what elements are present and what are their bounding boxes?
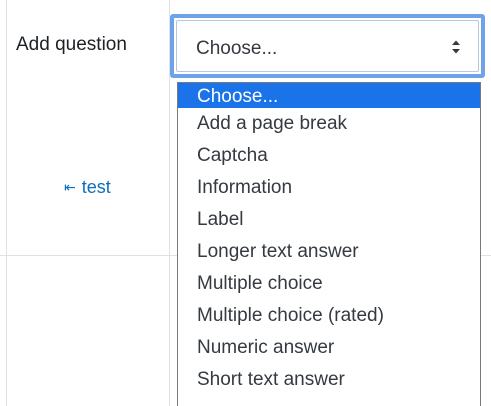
- dropdown-option-captcha[interactable]: Captcha: [178, 140, 480, 172]
- arrow-to-left-icon: ⇤: [64, 179, 76, 195]
- dropdown-option-multiple-choice[interactable]: Multiple choice: [178, 268, 480, 300]
- dropdown-option-numeric-answer[interactable]: Numeric answer: [178, 332, 480, 364]
- back-link-label: test: [81, 177, 111, 197]
- page: Add question Choose... ⇤ test Choose... A…: [0, 0, 491, 406]
- dropdown-option-choose[interactable]: Choose...: [178, 83, 480, 108]
- dropdown-option-short-text-answer[interactable]: Short text answer: [178, 364, 480, 396]
- add-question-label: Add question: [16, 34, 127, 55]
- updown-chevrons-icon: [452, 40, 460, 54]
- dropdown-option-label[interactable]: Label: [178, 204, 480, 236]
- question-type-dropdown[interactable]: Choose... Add a page break Captcha Infor…: [177, 82, 481, 406]
- table-border-left: [6, 0, 7, 406]
- dropdown-option-add-page-break[interactable]: Add a page break: [178, 108, 480, 140]
- dropdown-option-longer-text-answer[interactable]: Longer text answer: [178, 236, 480, 268]
- add-question-select[interactable]: Choose...: [170, 14, 485, 78]
- select-current-value: Choose...: [196, 38, 278, 59]
- back-link-test[interactable]: ⇤ test: [64, 177, 111, 198]
- dropdown-option-information[interactable]: Information: [178, 172, 480, 204]
- dropdown-option-multiple-choice-rated[interactable]: Multiple choice (rated): [178, 300, 480, 332]
